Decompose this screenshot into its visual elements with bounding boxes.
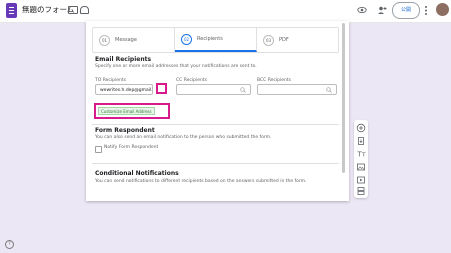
cc-recipients-input[interactable] — [176, 84, 251, 95]
avatar[interactable] — [436, 3, 449, 16]
divider — [92, 124, 339, 125]
side-toolbar: Tт — [354, 120, 368, 198]
add-circle-icon[interactable] — [356, 123, 366, 133]
search-icon — [326, 87, 332, 93]
notify-respondent-checkbox[interactable] — [95, 146, 102, 153]
add-recipient-highlight[interactable] — [156, 83, 167, 94]
video-icon[interactable] — [356, 175, 366, 185]
import-icon[interactable] — [356, 136, 366, 146]
email-recipients-description: Specify one or more email addresses that… — [95, 64, 257, 69]
publish-button[interactable]: 公開 — [392, 2, 420, 19]
help-icon[interactable]: ? — [5, 240, 14, 249]
bcc-recipients-label: BCC Recipients — [257, 78, 291, 83]
tab-label: PDF — [279, 37, 289, 43]
tab-recipients[interactable]: 02 Recipients — [175, 28, 257, 52]
step-tabs: 01 Message 02 Recipients 03 PDF — [92, 27, 339, 53]
customize-email-button[interactable]: Customize Email Address — [98, 107, 155, 115]
svg-text:Tт: Tт — [357, 151, 366, 159]
more-icon[interactable] — [424, 5, 428, 16]
email-recipients-title: Email Recipients — [95, 56, 152, 63]
scroll-thumb[interactable] — [342, 23, 345, 173]
section-icon[interactable] — [356, 186, 366, 196]
top-app-bar: 無題のフォーム 公開 — [0, 0, 451, 23]
conditional-notifications-description: You can send notifications to different … — [95, 179, 307, 184]
tab-label: Recipients — [197, 36, 223, 42]
title-icon[interactable]: Tт — [356, 149, 366, 159]
form-respondent-description: You can also send an email notification … — [95, 135, 272, 140]
to-recipients-label: TO Recipients — [95, 78, 126, 83]
forms-doc-icon — [6, 3, 17, 18]
tab-message[interactable]: 01 Message — [93, 28, 175, 52]
cloud-icon — [80, 6, 89, 14]
conditional-notifications-title: Conditional Notifications — [95, 170, 179, 177]
tab-pdf[interactable]: 03 PDF — [257, 28, 338, 52]
tab-number: 03 — [263, 34, 274, 46]
dialog-scrollbar[interactable] — [342, 23, 345, 199]
form-respondent-title: Form Respondent — [95, 127, 155, 134]
tab-number: 02 — [181, 33, 192, 45]
person-add-icon[interactable] — [377, 5, 387, 15]
tab-number: 01 — [99, 34, 110, 46]
cc-recipients-label: CC Recipients — [176, 78, 207, 83]
image-icon[interactable] — [356, 162, 366, 172]
search-icon — [240, 87, 246, 93]
bcc-recipients-input[interactable] — [257, 84, 337, 95]
to-recipients-input[interactable]: wewrites.h.dep@gmail... — [95, 84, 153, 95]
notify-respondent-label: Notify Form Respondent — [104, 145, 159, 150]
document-title[interactable]: 無題のフォーム — [22, 4, 74, 15]
eye-icon[interactable] — [357, 5, 367, 15]
tab-label: Message — [115, 37, 137, 43]
divider — [92, 163, 339, 164]
folder-icon[interactable] — [68, 6, 78, 14]
notification-settings-dialog: 01 Message 02 Recipients 03 PDF Email Re… — [86, 21, 349, 201]
